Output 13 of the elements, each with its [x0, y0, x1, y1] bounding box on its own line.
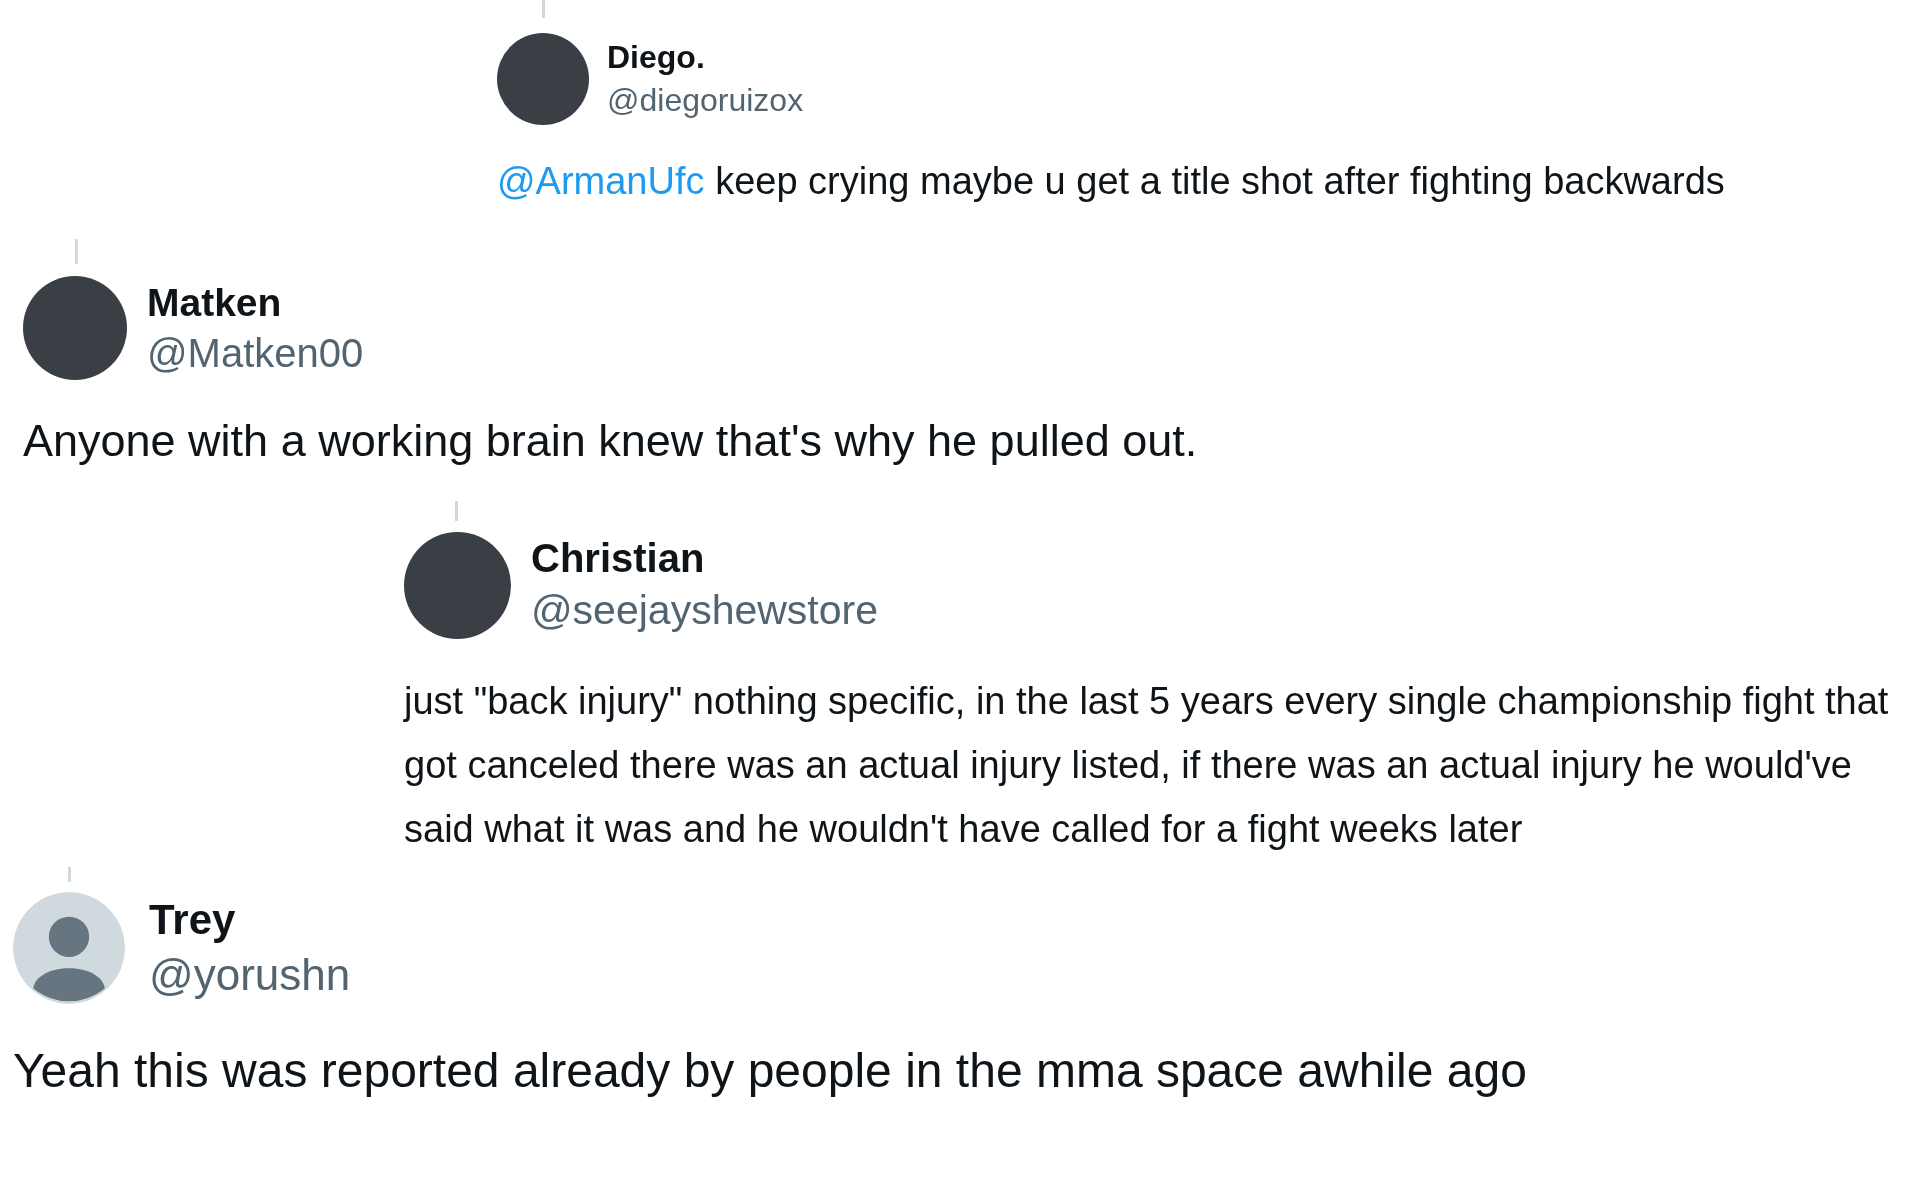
default-avatar-icon[interactable]	[13, 891, 125, 1004]
display-name[interactable]: Diego.	[607, 39, 804, 76]
user-handle[interactable]: @diegoruizox	[607, 82, 804, 119]
display-name[interactable]: Trey	[149, 895, 351, 944]
display-name[interactable]: Christian	[531, 536, 878, 582]
reply-text: @ArmanUfc keep crying maybe u get a title shot after fighting backwards	[497, 159, 1725, 204]
user-handle[interactable]: @yorushn	[149, 949, 351, 1000]
display-name[interactable]: Matken	[147, 280, 364, 325]
reply-text: Anyone with a working brain knew that's why he pulled out.	[23, 414, 1198, 469]
reply-text: Yeah this was reported already by people in the mma space awhile ago	[13, 1042, 1527, 1099]
user-handle[interactable]: @Matken00	[147, 330, 364, 376]
reply-text: just "back injury" nothing specific, in the last 5 years every single championship fight that got canceled there was an actual injury listed, if there was an actual injury he would've said what it was and he wouldn't have called for a fight weeks later	[404, 678, 1890, 852]
user-handle[interactable]: @seejayshewstore	[531, 587, 878, 635]
